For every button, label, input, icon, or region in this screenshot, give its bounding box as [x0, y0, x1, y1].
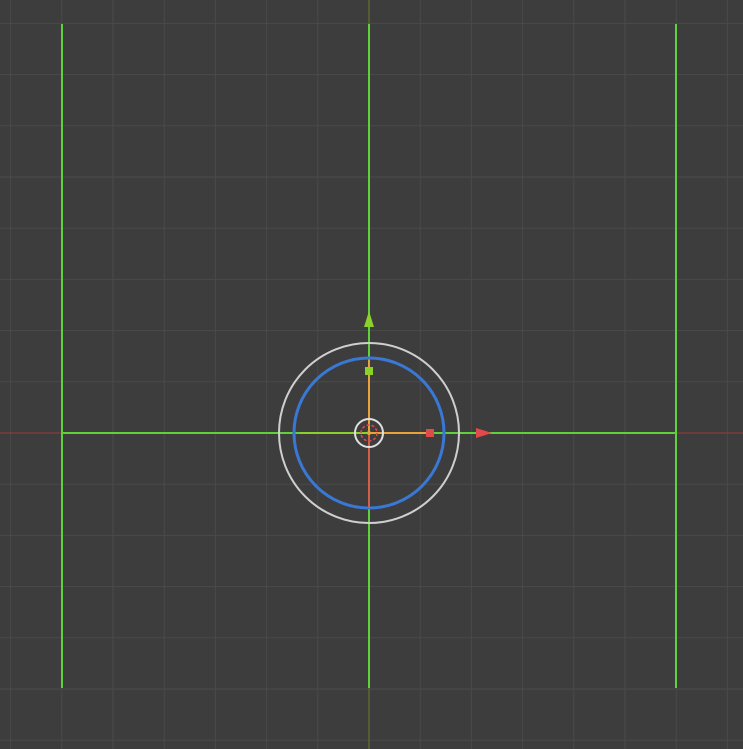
3d-viewport[interactable] — [0, 0, 743, 749]
move-x-arrow-icon[interactable] — [476, 428, 492, 438]
transform-gizmo[interactable] — [278, 311, 492, 524]
move-y-arrow-icon[interactable] — [364, 311, 374, 327]
selected-mesh-edges[interactable] — [61, 24, 677, 688]
viewport-canvas[interactable] — [0, 0, 743, 749]
scale-y-handle-icon[interactable] — [365, 367, 373, 375]
scale-x-handle-icon[interactable] — [426, 429, 434, 437]
